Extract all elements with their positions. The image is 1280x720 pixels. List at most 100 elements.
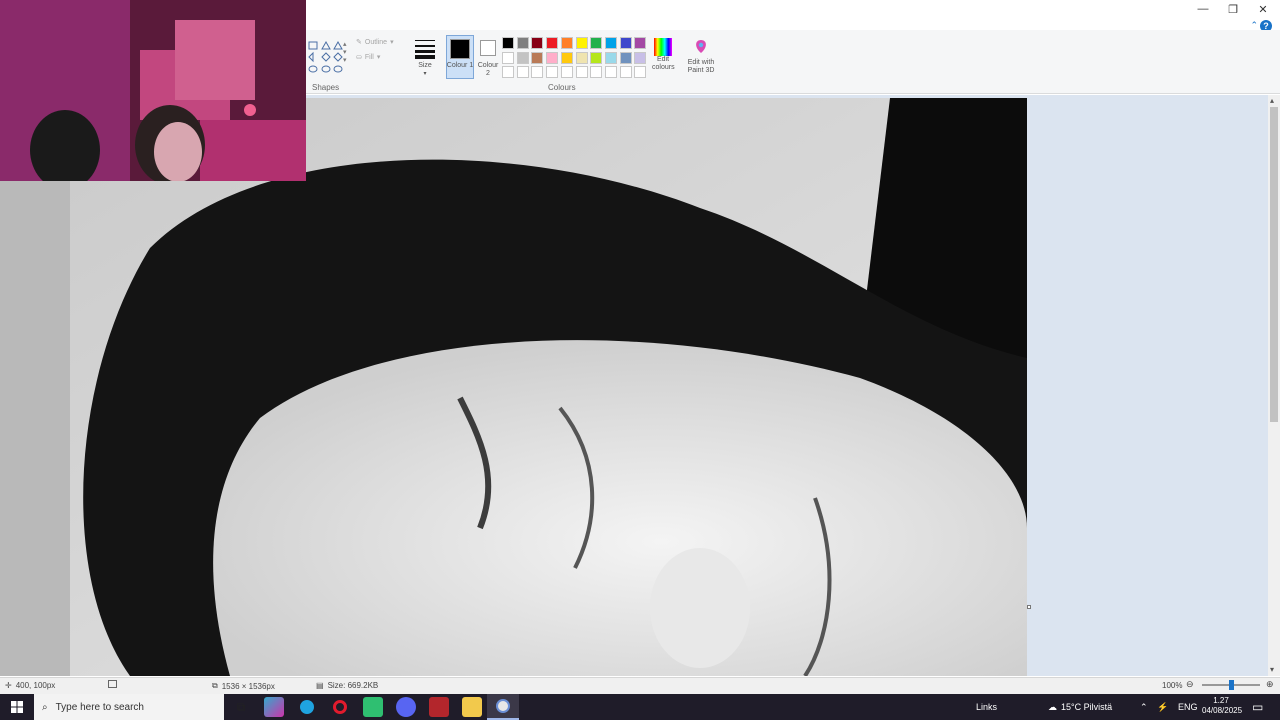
zoom-out-icon[interactable]: ⊖ (1186, 679, 1194, 690)
palette-swatch[interactable] (560, 37, 573, 49)
file-explorer-icon[interactable] (462, 697, 482, 717)
language-indicator[interactable]: ENG (1178, 694, 1198, 720)
palette-swatch[interactable] (531, 66, 544, 79)
edit-paint3d-button[interactable]: Edit with Paint 3D (684, 38, 718, 80)
palette-swatch[interactable] (531, 37, 544, 49)
palette-swatch[interactable] (575, 66, 588, 79)
crosshair-icon: ✛ (5, 681, 12, 690)
network-icon[interactable]: ⚡ (1157, 694, 1168, 720)
palette-swatch[interactable] (502, 51, 514, 64)
clock-time: 1.27 (1213, 696, 1229, 705)
restore-button[interactable]: ❐ (1218, 0, 1248, 18)
palette-swatch[interactable] (502, 66, 514, 79)
windows-icon (11, 701, 23, 713)
palette-swatch[interactable] (619, 37, 632, 49)
shapes-gallery[interactable] (308, 40, 348, 80)
palette-swatch[interactable] (604, 66, 617, 79)
size-label: Size (418, 62, 432, 69)
canvas-resize-handle[interactable] (1027, 605, 1031, 609)
discord-icon[interactable] (396, 697, 416, 717)
scroll-up-icon[interactable]: ▴ (1270, 96, 1274, 105)
image-dimensions: ⧉ 1536 × 1536px (212, 681, 275, 691)
outline-label: Outline (364, 39, 388, 46)
zoom-slider-thumb[interactable] (1229, 680, 1234, 690)
paint-taskbar-button[interactable] (487, 694, 519, 720)
palette-swatch[interactable] (560, 66, 573, 79)
palette-swatch[interactable] (604, 37, 617, 49)
palette-swatch[interactable] (590, 37, 603, 49)
status-bar (0, 677, 1280, 694)
clock[interactable]: 1.27 04/08/2025 (1202, 696, 1243, 716)
palette-swatch[interactable] (619, 66, 632, 79)
line-size-icon (415, 40, 435, 59)
cursor-position-text: 400, 100px (15, 681, 56, 690)
webcam-overlay (0, 0, 306, 181)
palette-swatch[interactable] (575, 37, 588, 49)
cloud-icon: ☁ (1048, 701, 1057, 712)
file-size-text: Size: 669.2KB (327, 681, 379, 690)
notification-icon[interactable]: ▭ (1252, 694, 1263, 720)
selection-icon (108, 680, 117, 688)
colour2-button[interactable] (480, 40, 496, 56)
cursor-position: ✛ 400, 100px (5, 681, 55, 690)
dimensions-icon: ⧉ (212, 681, 218, 690)
outline-icon: ✎ (356, 39, 362, 46)
outline-button[interactable]: ✎ Outline ▾ (356, 39, 394, 47)
clock-date: 04/08/2025 (1202, 706, 1243, 715)
task-view-icon[interactable]: ⧉ (231, 697, 251, 717)
scrollbar-thumb[interactable] (1270, 107, 1278, 422)
shapes-group-label: Shapes (312, 83, 340, 92)
shapes-scroll-icon[interactable]: ▴ ▾ ▾ (343, 40, 347, 64)
links-toolbar[interactable]: Links (976, 694, 997, 720)
drawing-canvas[interactable] (0, 98, 1027, 676)
palette-swatch[interactable] (546, 37, 559, 49)
edge-icon[interactable] (297, 697, 317, 717)
fill-label: Fill (364, 54, 374, 61)
taskbar-search[interactable]: ⌕ Type here to search (34, 694, 224, 720)
zoom-in-icon[interactable]: ⊕ (1266, 679, 1274, 690)
minimize-button[interactable]: — (1188, 0, 1218, 18)
photo-image (0, 98, 1027, 676)
app-green-icon[interactable] (363, 697, 383, 717)
chevron-down-icon: ▾ (423, 71, 427, 77)
search-placeholder: Type here to search (55, 701, 144, 713)
palette-swatch[interactable] (516, 37, 529, 49)
palette-swatch[interactable] (502, 37, 514, 49)
palette-swatch[interactable] (634, 37, 647, 49)
palette-swatch[interactable] (590, 51, 603, 64)
copilot-icon[interactable] (264, 697, 284, 717)
palette-swatch[interactable] (619, 51, 632, 64)
colour1-label: Colour 1 (446, 62, 474, 69)
palette-swatch[interactable] (531, 51, 544, 64)
fill-icon: ⛀ (356, 54, 362, 61)
palette-swatch[interactable] (516, 51, 529, 64)
palette-swatch[interactable] (546, 51, 559, 64)
rainbow-icon (654, 38, 672, 56)
palette-swatch[interactable] (634, 51, 647, 64)
disk-icon: ▤ (316, 681, 324, 690)
fill-button[interactable]: ⛀ Fill ▾ (356, 54, 380, 62)
weather-widget[interactable]: ☁ 15°C Pilvistä (1048, 694, 1112, 720)
palette-swatch[interactable] (604, 51, 617, 64)
palette-swatch[interactable] (575, 51, 588, 64)
start-button[interactable] (0, 694, 34, 720)
palette-swatch[interactable] (516, 66, 529, 79)
file-size: ▤ Size: 669.2KB (316, 681, 378, 690)
paint3d-icon (696, 40, 706, 53)
size-button[interactable]: Size ▾ (413, 37, 437, 79)
zoom-level: 100% (1162, 681, 1183, 690)
palette-swatch[interactable] (634, 66, 647, 79)
edit-paint3d-label: Edit with Paint 3D (687, 59, 715, 74)
edit-colours-button[interactable]: Edit colours (652, 38, 675, 80)
webcam-image (0, 0, 306, 181)
winrar-icon[interactable] (429, 697, 449, 717)
palette-swatch[interactable] (590, 66, 603, 79)
close-button[interactable]: ✕ (1248, 0, 1278, 18)
edit-colours-label: Edit colours (652, 56, 675, 71)
palette-swatch[interactable] (546, 66, 559, 79)
show-hidden-icons-icon[interactable]: ⌃ (1140, 694, 1148, 720)
palette-swatch[interactable] (560, 51, 573, 64)
scroll-down-icon[interactable]: ▾ (1270, 665, 1274, 674)
search-icon: ⌕ (42, 701, 48, 713)
opera-icon[interactable] (330, 697, 350, 717)
